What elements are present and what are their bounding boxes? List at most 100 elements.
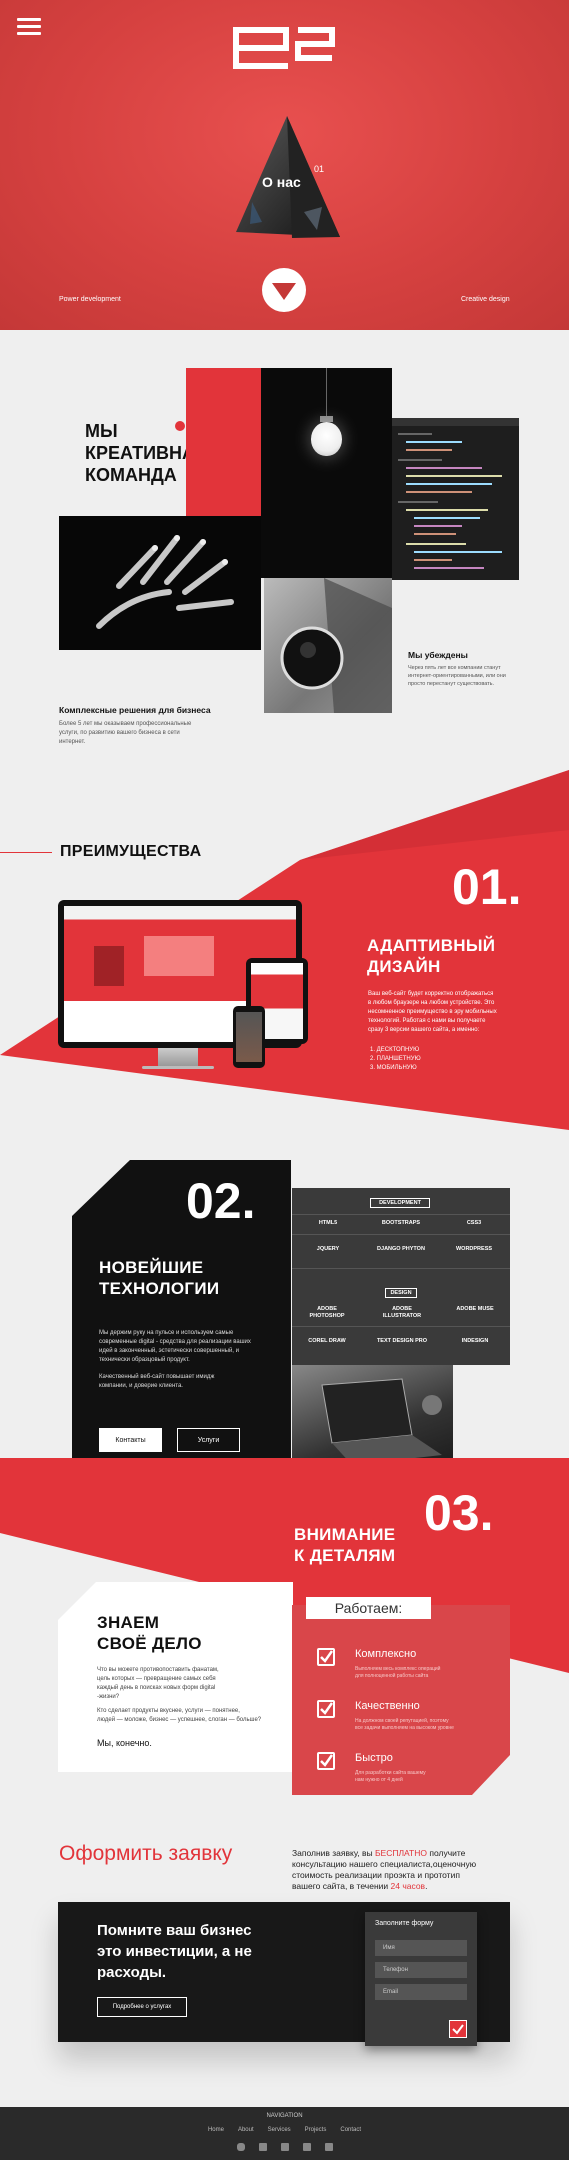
advantages-number: 01. (452, 859, 522, 915)
robot-hand-image (59, 516, 261, 650)
dev-item: HTML5 (318, 1220, 338, 1226)
tech-grid: DEVELOPMENT HTML5 BOOTSTRAPS CSS3 JQUERY… (292, 1188, 510, 1365)
instagram-icon[interactable] (236, 2143, 245, 2151)
feature-text: На должном своей репутацией, поэтому все… (355, 1718, 505, 1732)
footer-nav: Home About Services Projects Contact (0, 2127, 569, 2133)
phone-field[interactable]: Телефон (375, 1962, 467, 1978)
tech-text: Мы держим руку на пульсе и используем са… (99, 1329, 251, 1391)
adaptive-list-item: 3. МОБИЛЬНУЮ (370, 1065, 417, 1071)
lightbulb-image (261, 368, 392, 578)
facebook-icon[interactable] (258, 2143, 267, 2151)
twitter-icon[interactable] (280, 2143, 289, 2151)
know-text-5: Кто сделает продукты вкуснее, услуги — п… (97, 1708, 240, 1714)
hours-highlight: 24 часов (390, 1881, 426, 1891)
services-button[interactable]: Услуги (177, 1428, 240, 1452)
tech-text-2: современные digital - средства для реали… (99, 1339, 251, 1345)
feature-text-2: все задачи выполняем на высоком уровне (355, 1725, 454, 1731)
feature-text-1: На должном своей репутацией, поэтому (355, 1718, 449, 1724)
services-details-button[interactable]: Подробнее о услугах (97, 1997, 187, 2017)
attention-title: ВНИМАНИЕ К ДЕТАЛЯМ (294, 1524, 395, 1566)
adaptive-title-line2: ДИЗАЙН (367, 957, 441, 976)
tech-text-4: технически образцовый продукт. (99, 1357, 190, 1363)
adaptive-text-4: технологий. Работая с нами вы получаете (368, 1018, 486, 1024)
feature-title: Быстро (355, 1752, 393, 1764)
dev-item: CSS3 (466, 1220, 482, 1226)
order-text: Заполнив заявку, вы БЕСПЛАТНО получите к… (292, 1848, 476, 1892)
dev-header: DEVELOPMENT (370, 1198, 430, 1208)
tech-text-3: идей в законченный, эстетически совершен… (99, 1348, 239, 1354)
know-answer: Мы, конечно. (97, 1738, 152, 1748)
adaptive-text-5: сразу 3 версии вашего сайта, а именно: (368, 1027, 480, 1033)
adaptive-list: 1. ДЕСКТОПНУЮ 2. ПЛАНШЕТНУЮ 3. МОБИЛЬНУЮ (370, 1046, 421, 1073)
hamburger-menu-icon[interactable] (17, 18, 41, 39)
attention-title-line1: ВНИМАНИЕ (294, 1525, 396, 1544)
footer-link-services[interactable]: Services (268, 2127, 291, 2133)
design-item: COREL DRAW (308, 1338, 346, 1344)
order-text-line2: консультацию нашего специалиста,оценочну… (292, 1859, 477, 1869)
feature-title: Комплексно (355, 1648, 417, 1660)
know-text-4: -жизни? (97, 1694, 120, 1700)
adaptive-list-item: 2. ПЛАНШЕТНУЮ (370, 1056, 421, 1062)
design-item: TEXT DESIGN PRO (376, 1338, 428, 1344)
complex-text-2: услуги, по развитию вашего бизнеса в сет… (59, 730, 180, 736)
about-label[interactable]: О нас (262, 174, 301, 190)
know-title-line2: СВОЁ ДЕЛО (97, 1634, 202, 1653)
convinced-title: Мы убеждены (408, 650, 468, 660)
know-text-2: цель которых — превращение самых себя (97, 1676, 216, 1682)
complex-text-3: интернет. (59, 739, 86, 745)
email-field[interactable]: Email (375, 1984, 467, 2000)
footer-link-home[interactable]: Home (208, 2127, 224, 2133)
know-text-3: каждый день в поисках новых форм digital (97, 1685, 216, 1691)
cat-jar-image (264, 578, 392, 713)
know-title-line1: ЗНАЕМ (97, 1613, 160, 1632)
complex-title: Комплексные решения для бизнеса (59, 705, 211, 715)
invest-title-line1: Помните ваш бизнес (97, 1922, 252, 1939)
invest-title-line2: это инвестиции, а не (97, 1943, 252, 1960)
submit-button[interactable] (449, 2020, 467, 2038)
advantages-title: ПРЕИМУЩЕСТВА (60, 843, 202, 860)
feature-text-2: нам нужно от 4 дней (355, 1777, 403, 1783)
know-text: Что вы можете противопоставить фанатам, … (97, 1666, 261, 1725)
order-text-line3: стоимость реализации проэкта и прототип (292, 1870, 460, 1880)
vk-icon[interactable] (302, 2143, 311, 2151)
e2-logo[interactable] (232, 26, 336, 70)
social-icons (0, 2143, 569, 2151)
footer-link-contact[interactable]: Contact (340, 2127, 361, 2133)
convinced-text-3: просто перестанут существовать. (408, 681, 495, 687)
adaptive-list-item: 1. ДЕСКТОПНУЮ (370, 1047, 420, 1053)
footer-link-projects[interactable]: Projects (305, 2127, 327, 2133)
design-item: ADOBE PHOTOSHOP (309, 1306, 345, 1319)
convinced-text-1: Через пять лет все компании станут (408, 665, 501, 671)
dev-item: BOOTSTRAPS (381, 1220, 421, 1226)
adaptive-text-2: в любом браузере на любом устройстве. Эт… (368, 1000, 495, 1006)
order-form: Заполните форму Имя Телефон Email (365, 1912, 477, 2046)
feature-title: Качественно (355, 1700, 420, 1712)
red-block (186, 368, 262, 516)
right-caption: Creative design (461, 296, 510, 303)
invest-title-line3: расходы. (97, 1964, 167, 1981)
free-highlight: БЕСПЛАТНО (374, 1848, 427, 1858)
design-item: ADOBE MUSE (456, 1306, 494, 1312)
contacts-button[interactable]: Контакты (99, 1428, 162, 1452)
order-title: Оформить заявку (59, 1842, 233, 1865)
attention-number: 03. (424, 1485, 494, 1541)
know-title: ЗНАЕМ СВОЁ ДЕЛО (97, 1612, 202, 1654)
check-icon (452, 2024, 464, 2035)
advantages-line (0, 852, 52, 853)
adaptive-title-line1: АДАПТИВНЫЙ (367, 936, 496, 955)
dev-item: JQUERY (316, 1246, 340, 1252)
scroll-down-button[interactable] (262, 268, 306, 312)
check-icon (317, 1700, 335, 1718)
adaptive-title: АДАПТИВНЫЙ ДИЗАЙН (367, 935, 495, 977)
tech-title: НОВЕЙШИЕ ТЕХНОЛОГИИ (99, 1257, 219, 1299)
design-item: ADOBE ILLUSTRATOR (382, 1306, 422, 1319)
about-number: 01 (314, 164, 325, 174)
tech-title-line2: ТЕХНОЛОГИИ (99, 1279, 220, 1298)
name-field[interactable]: Имя (375, 1940, 467, 1956)
footer-link-about[interactable]: About (238, 2127, 254, 2133)
google-plus-icon[interactable] (324, 2143, 333, 2151)
form-title: Заполните форму (375, 1920, 434, 1927)
check-icon (317, 1752, 335, 1770)
tech-text-5: Качественный веб-сайт повышает имидж (99, 1374, 215, 1380)
hero-section: О нас 01 Power development Creative desi… (0, 0, 569, 330)
